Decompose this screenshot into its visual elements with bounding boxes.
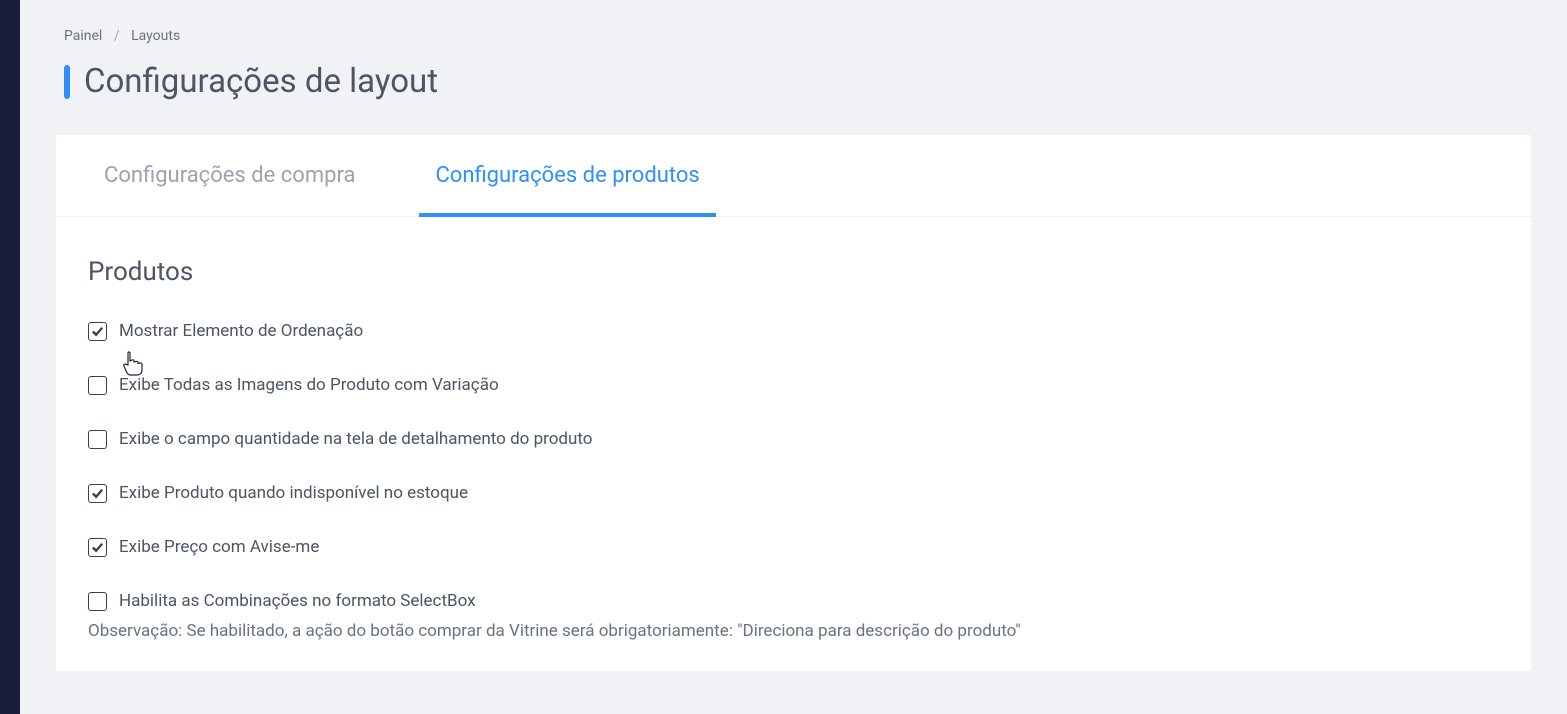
page-title-wrap: Configurações de layout bbox=[20, 44, 1567, 135]
tab-compra[interactable]: Configurações de compra bbox=[88, 135, 371, 216]
checkbox-label: Mostrar Elemento de Ordenação bbox=[119, 321, 363, 341]
checkbox-imagens-variacao[interactable] bbox=[88, 376, 107, 395]
checkbox-avise-me[interactable] bbox=[88, 538, 107, 557]
check-icon bbox=[91, 487, 104, 500]
settings-card: Configurações de compra Configurações de… bbox=[56, 135, 1531, 671]
main-content: Painel / Layouts Configurações de layout… bbox=[20, 0, 1567, 714]
page-title: Configurações de layout bbox=[84, 62, 438, 101]
tabs-container: Configurações de compra Configurações de… bbox=[56, 135, 1531, 217]
breadcrumb: Painel / Layouts bbox=[20, 0, 1567, 44]
observation-note: Observação: Se habilitado, a ação do bot… bbox=[88, 621, 1499, 641]
breadcrumb-current: Layouts bbox=[131, 28, 180, 44]
check-icon bbox=[91, 325, 104, 338]
sidebar-nav bbox=[0, 0, 20, 714]
checkbox-row-imagens-variacao: Exibe Todas as Imagens do Produto com Va… bbox=[88, 375, 1499, 395]
panel-body: Produtos Mostrar Elemento de Ordenação E… bbox=[56, 217, 1531, 671]
checkbox-row-indisponivel: Exibe Produto quando indisponível no est… bbox=[88, 483, 1499, 503]
breadcrumb-separator: / bbox=[114, 28, 120, 44]
checkbox-row-avise-me: Exibe Preço com Avise-me bbox=[88, 537, 1499, 557]
checkbox-label: Exibe Produto quando indisponível no est… bbox=[119, 483, 468, 503]
section-title: Produtos bbox=[88, 257, 1499, 287]
checkbox-quantidade[interactable] bbox=[88, 430, 107, 449]
title-accent-bar bbox=[64, 65, 70, 99]
checkbox-row-quantidade: Exibe o campo quantidade na tela de deta… bbox=[88, 429, 1499, 449]
check-icon bbox=[91, 541, 104, 554]
checkbox-row-ordenacao: Mostrar Elemento de Ordenação bbox=[88, 321, 1499, 341]
checkbox-label: Exibe Preço com Avise-me bbox=[119, 537, 319, 557]
checkbox-label: Exibe o campo quantidade na tela de deta… bbox=[119, 429, 592, 449]
checkbox-ordenacao[interactable] bbox=[88, 322, 107, 341]
checkbox-label: Exibe Todas as Imagens do Produto com Va… bbox=[119, 375, 499, 395]
tab-produtos[interactable]: Configurações de produtos bbox=[419, 135, 715, 216]
checkbox-label: Habilita as Combinações no formato Selec… bbox=[119, 591, 476, 611]
checkbox-row-selectbox: Habilita as Combinações no formato Selec… bbox=[88, 591, 1499, 611]
checkbox-selectbox[interactable] bbox=[88, 592, 107, 611]
breadcrumb-root[interactable]: Painel bbox=[64, 28, 102, 44]
checkbox-indisponivel[interactable] bbox=[88, 484, 107, 503]
